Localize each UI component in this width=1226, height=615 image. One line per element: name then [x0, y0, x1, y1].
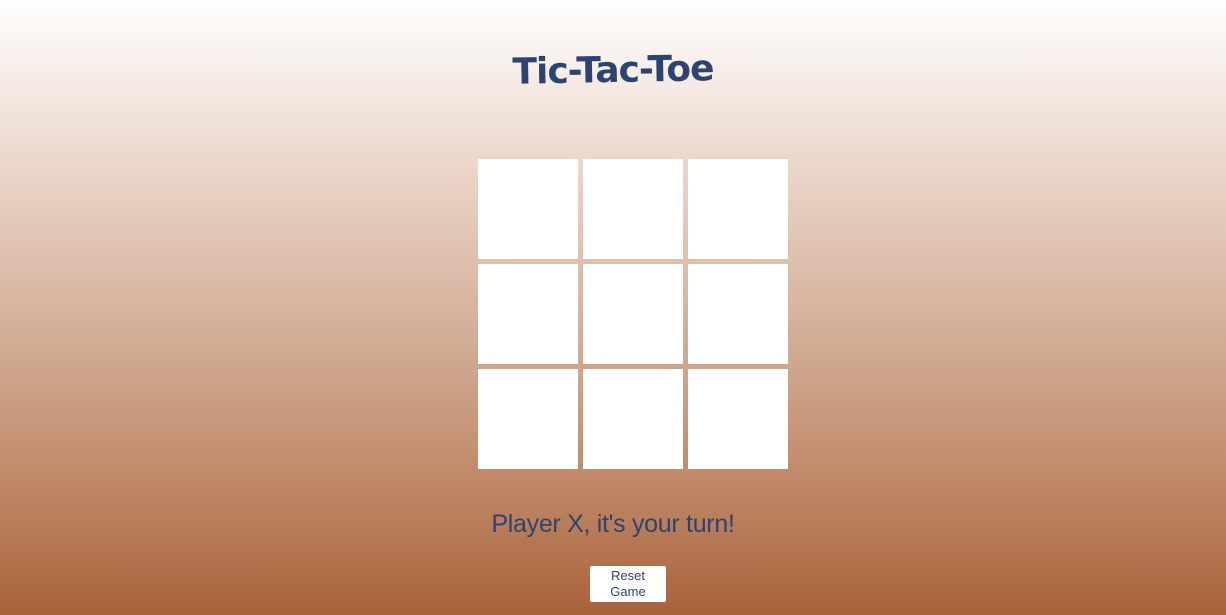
board-cell-7[interactable]: [478, 369, 578, 469]
page-title: Tic-Tac-Toe: [512, 48, 714, 93]
reset-button-label-line2: Game: [610, 584, 646, 599]
board-cell-8[interactable]: [583, 369, 683, 469]
reset-game-button[interactable]: Reset Game: [590, 566, 666, 602]
board-cell-4[interactable]: [478, 264, 578, 364]
board-cell-3[interactable]: [688, 159, 788, 259]
board-cell-2[interactable]: [583, 159, 683, 259]
turn-status: Player X, it's your turn!: [491, 510, 735, 538]
game-board: [478, 159, 788, 469]
board-cell-9[interactable]: [688, 369, 788, 469]
board-cell-1[interactable]: [478, 159, 578, 259]
board-cell-6[interactable]: [688, 264, 788, 364]
reset-button-label-line1: Reset: [611, 568, 645, 583]
board-cell-5[interactable]: [583, 264, 683, 364]
